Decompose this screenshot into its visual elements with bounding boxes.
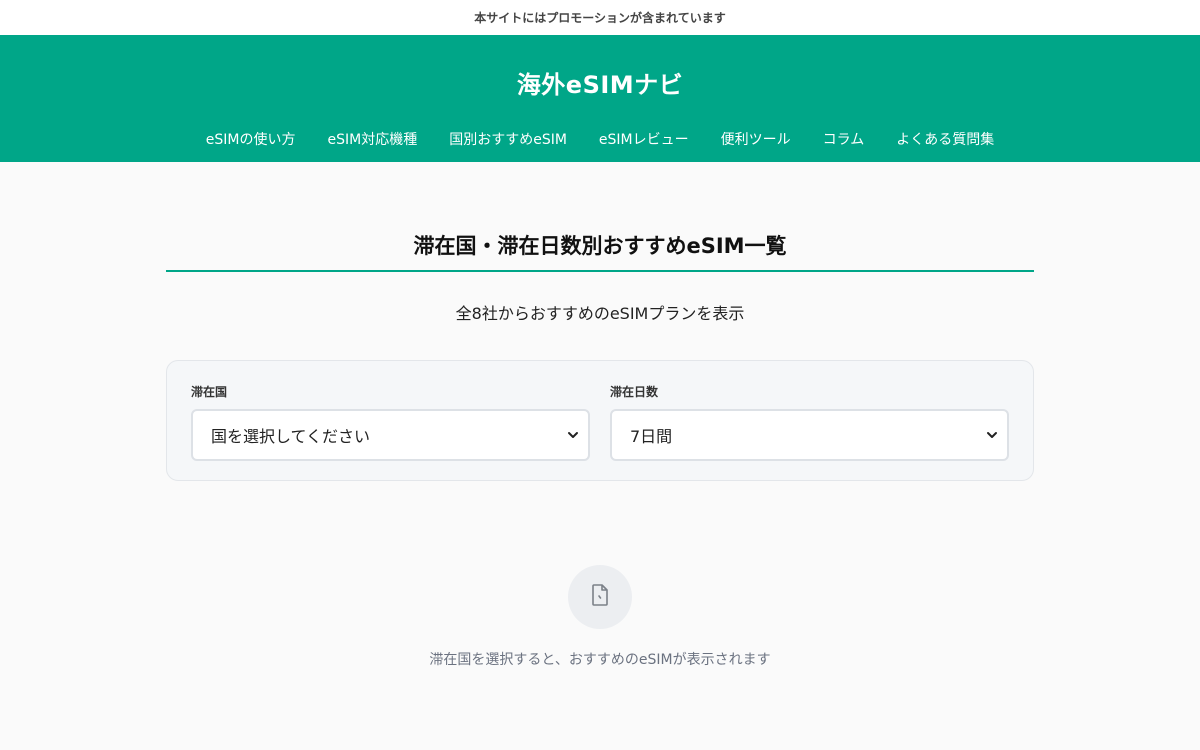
page-subtitle: 全8社からおすすめのeSIMプランを表示 <box>455 304 745 323</box>
nav-item-reviews[interactable]: eSIMレビュー <box>599 129 689 149</box>
days-select-value: 7日間 <box>630 427 673 446</box>
promo-notice-text: 本サイトにはプロモーションが含まれています <box>474 11 726 25</box>
days-select[interactable]: 7日間 <box>610 409 1009 461</box>
document-icon <box>589 583 611 611</box>
filter-card: 滞在国 国を選択してください 滞在日数 7日間 <box>166 360 1034 481</box>
country-select[interactable]: 国を選択してください <box>191 409 590 461</box>
country-select-value: 国を選択してください <box>211 427 371 446</box>
promo-notice-bar: 本サイトにはプロモーションが含まれています <box>0 0 1200 35</box>
nav-item-column[interactable]: コラム <box>823 129 865 149</box>
country-filter-label: 滞在国 <box>191 385 228 399</box>
main-content: 滞在国・滞在日数別おすすめeSIM一覧 全8社からおすすめのeSIMプランを表示… <box>166 230 1034 669</box>
chevron-down-icon <box>985 428 999 442</box>
nav-item-country-recommendations[interactable]: 国別おすすめeSIM <box>449 129 567 149</box>
nav-item-tools[interactable]: 便利ツール <box>721 129 791 149</box>
empty-state: 滞在国を選択すると、おすすめのeSIMが表示されます <box>166 565 1034 669</box>
main-nav: eSIMの使い方 eSIM対応機種 国別おすすめeSIM eSIMレビュー 便利… <box>0 129 1200 149</box>
nav-item-faq[interactable]: よくある質問集 <box>896 129 994 149</box>
chevron-down-icon <box>566 428 580 442</box>
country-filter-group: 滞在国 国を選択してください <box>191 383 590 480</box>
nav-item-esim-usage[interactable]: eSIMの使い方 <box>206 129 296 149</box>
site-header: 海外eSIMナビ eSIMの使い方 eSIM対応機種 国別おすすめeSIM eS… <box>0 35 1200 162</box>
days-filter-group: 滞在日数 7日間 <box>610 383 1009 480</box>
site-title[interactable]: 海外eSIMナビ <box>0 65 1200 100</box>
empty-state-message: 滞在国を選択すると、おすすめのeSIMが表示されます <box>429 652 771 668</box>
days-filter-label: 滞在日数 <box>610 385 659 399</box>
document-icon-badge <box>568 565 632 629</box>
nav-item-compatible-devices[interactable]: eSIM対応機種 <box>327 129 417 149</box>
page-title: 滞在国・滞在日数別おすすめeSIM一覧 <box>166 230 1034 272</box>
